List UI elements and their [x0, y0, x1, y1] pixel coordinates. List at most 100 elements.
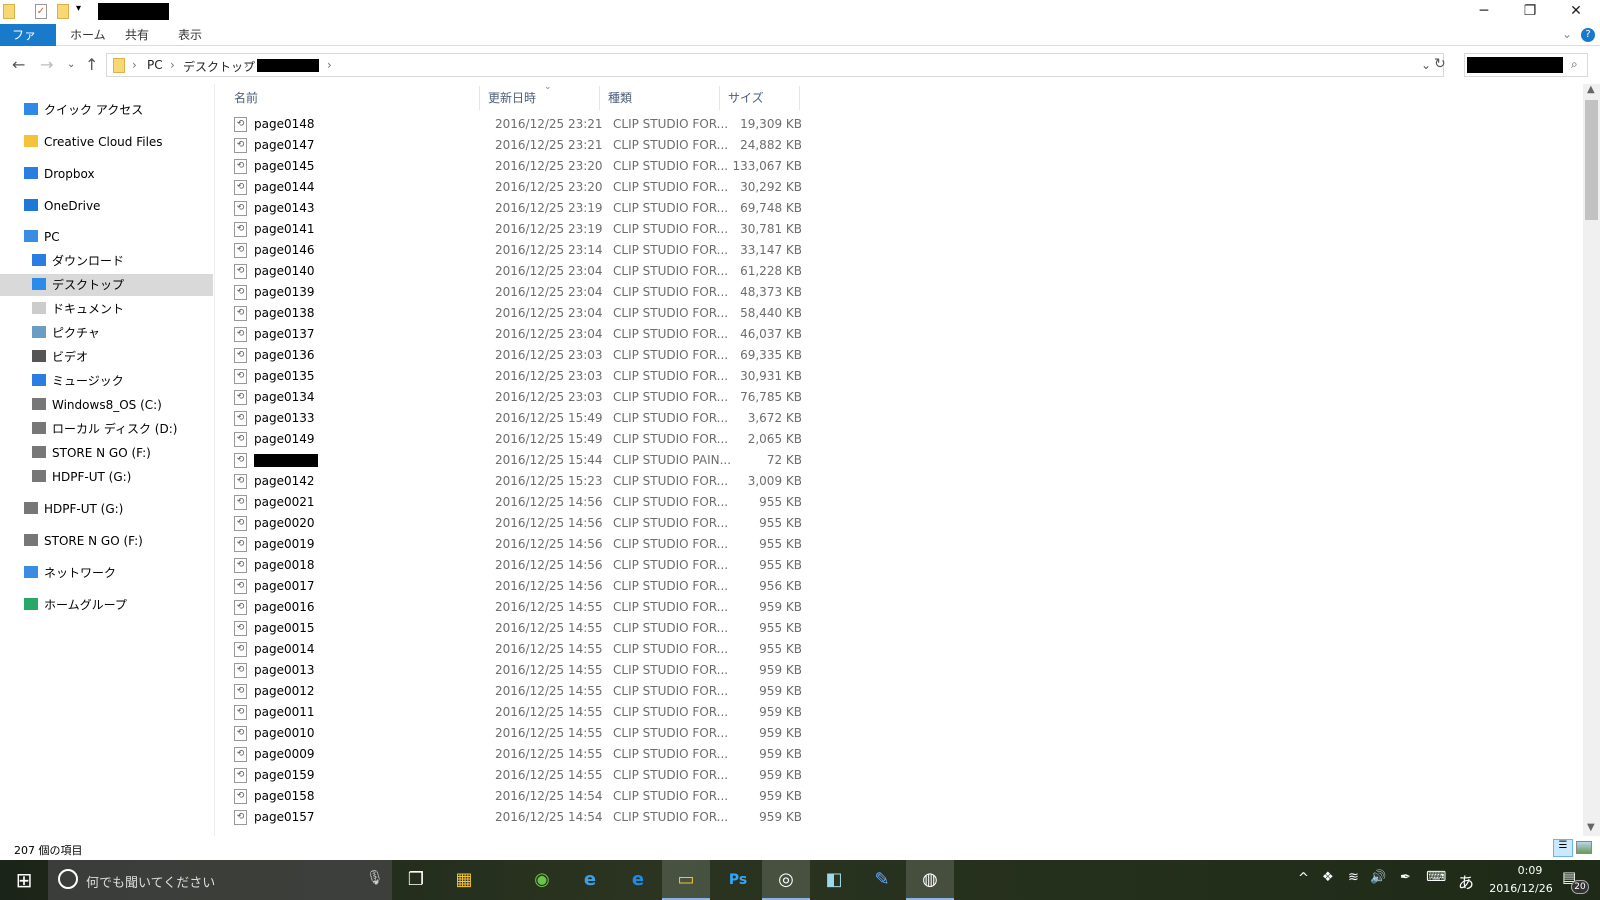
- column-header-type[interactable]: 種類: [600, 86, 720, 110]
- restore-button[interactable]: ❐: [1507, 0, 1553, 22]
- details-view-button[interactable]: ☰: [1553, 839, 1573, 857]
- file-row[interactable]: ⟲page00122016/12/25 14:55CLIP STUDIO FOR…: [234, 681, 1034, 702]
- tab-home[interactable]: ホーム: [58, 24, 118, 46]
- file-row[interactable]: ⟲page01462016/12/25 23:14CLIP STUDIO FOR…: [234, 240, 1034, 261]
- column-header-name[interactable]: 名前: [226, 86, 480, 110]
- large-icons-view-button[interactable]: [1576, 841, 1592, 854]
- pen-icon[interactable]: ✒: [1400, 870, 1411, 885]
- internet-explorer-icon[interactable]: e: [566, 860, 614, 900]
- tab-share[interactable]: 共有: [113, 24, 161, 46]
- nav-item[interactable]: ダウンロード: [32, 250, 124, 272]
- file-row[interactable]: ⟲page01392016/12/25 23:04CLIP STUDIO FOR…: [234, 282, 1034, 303]
- file-row[interactable]: ⟲page00182016/12/25 14:56CLIP STUDIO FOR…: [234, 555, 1034, 576]
- search-icon[interactable]: ⌕: [1571, 57, 1578, 72]
- customize-quick-access-icon[interactable]: ▾: [76, 3, 81, 14]
- file-row[interactable]: ⟲page01352016/12/25 23:03CLIP STUDIO FOR…: [234, 366, 1034, 387]
- tab-file[interactable]: ファイル: [0, 24, 56, 46]
- file-row[interactable]: ⟲page00212016/12/25 14:56CLIP STUDIO FOR…: [234, 492, 1034, 513]
- keyboard-icon[interactable]: ⌨: [1426, 869, 1446, 885]
- address-dropdown-icon[interactable]: ⌄: [1421, 58, 1431, 72]
- show-hidden-icons[interactable]: ^: [1298, 871, 1309, 886]
- wifi-icon[interactable]: ≋: [1348, 870, 1359, 885]
- nav-item-creative-cloud-files[interactable]: Creative Cloud Files: [24, 131, 163, 153]
- file-row[interactable]: ⟲page00202016/12/25 14:56CLIP STUDIO FOR…: [234, 513, 1034, 534]
- refresh-button[interactable]: ↻: [1434, 56, 1446, 72]
- file-row[interactable]: ⟲page01372016/12/25 23:04CLIP STUDIO FOR…: [234, 324, 1034, 345]
- vertical-scrollbar[interactable]: ▲ ▼: [1583, 84, 1600, 836]
- ime-indicator[interactable]: あ: [1458, 869, 1474, 893]
- file-row[interactable]: ⟲page00102016/12/25 14:55CLIP STUDIO FOR…: [234, 723, 1034, 744]
- search-input[interactable]: ⌕: [1464, 53, 1588, 77]
- paint-app-icon[interactable]: ✎: [858, 860, 906, 900]
- file-row[interactable]: ⟲page01382016/12/25 23:04CLIP STUDIO FOR…: [234, 303, 1034, 324]
- nav-item-pc[interactable]: PC: [24, 226, 60, 248]
- column-header-size[interactable]: サイズ: [720, 86, 800, 110]
- file-row[interactable]: ⟲page00192016/12/25 14:56CLIP STUDIO FOR…: [234, 534, 1034, 555]
- minimize-button[interactable]: ─: [1461, 0, 1507, 22]
- file-row[interactable]: ⟲page00132016/12/25 14:55CLIP STUDIO FOR…: [234, 660, 1034, 681]
- clock-date[interactable]: 2016/12/26: [1480, 882, 1562, 895]
- scrollbar-thumb[interactable]: [1585, 100, 1598, 220]
- file-row[interactable]: ⟲page00172016/12/25 14:56CLIP STUDIO FOR…: [234, 576, 1034, 597]
- forward-button[interactable]: →: [40, 55, 53, 74]
- nav-item[interactable]: ビデオ: [32, 346, 88, 368]
- nav-item[interactable]: ネットワーク: [24, 562, 116, 584]
- dropbox-tray-icon[interactable]: ❖: [1322, 870, 1334, 885]
- chrome-icon[interactable]: ◉: [518, 860, 566, 900]
- properties-icon[interactable]: ✓: [35, 4, 47, 19]
- nav-item-d[interactable]: ローカル ディスク (D:): [32, 418, 177, 440]
- edge-icon[interactable]: e: [614, 860, 662, 900]
- file-row[interactable]: ⟲page00092016/12/25 14:55CLIP STUDIO FOR…: [234, 744, 1034, 765]
- nav-item[interactable]: ピクチャ: [32, 322, 100, 344]
- task-view-icon[interactable]: ❐: [392, 860, 440, 900]
- file-row[interactable]: ⟲page01472016/12/25 23:21CLIP STUDIO FOR…: [234, 135, 1034, 156]
- file-row[interactable]: ⟲page00162016/12/25 14:55CLIP STUDIO FOR…: [234, 597, 1034, 618]
- column-header-date[interactable]: 更新日時: [480, 86, 600, 110]
- file-row[interactable]: ⟲page01332016/12/25 15:49CLIP STUDIO FOR…: [234, 408, 1034, 429]
- cortana-search-box[interactable]: 何でも聞いてください 🎙: [48, 860, 392, 900]
- nav-item-windows8-os-c[interactable]: Windows8_OS (C:): [32, 394, 162, 416]
- nav-item-store-n-go-f[interactable]: STORE N GO (F:): [24, 530, 143, 552]
- scroll-down-icon[interactable]: ▼: [1587, 822, 1595, 833]
- file-row[interactable]: ⟲2016/12/25 15:44CLIP STUDIO PAIN...72 K…: [234, 450, 1034, 471]
- expand-ribbon-icon[interactable]: ⌄: [1562, 27, 1572, 41]
- clip-studio-icon[interactable]: ◎: [762, 860, 810, 900]
- app-icon[interactable]: ◧: [810, 860, 858, 900]
- tab-view[interactable]: 表示: [166, 24, 214, 46]
- clock-time[interactable]: 0:09: [1500, 864, 1560, 877]
- start-button[interactable]: ⊞: [0, 860, 48, 900]
- nav-item[interactable]: ミュージック: [32, 370, 124, 392]
- close-button[interactable]: ✕: [1553, 0, 1599, 22]
- clip-studio-paint-icon[interactable]: ◍: [906, 860, 954, 900]
- file-row[interactable]: ⟲page00142016/12/25 14:55CLIP STUDIO FOR…: [234, 639, 1034, 660]
- nav-item-dropbox[interactable]: Dropbox: [24, 163, 95, 185]
- nav-item-onedrive[interactable]: OneDrive: [24, 195, 100, 217]
- file-row[interactable]: ⟲page01342016/12/25 23:03CLIP STUDIO FOR…: [234, 387, 1034, 408]
- file-row[interactable]: ⟲page01422016/12/25 15:23CLIP STUDIO FOR…: [234, 471, 1034, 492]
- address-input[interactable]: › PC › デスクトップ › › ⌄: [106, 53, 1444, 77]
- file-row[interactable]: ⟲page01492016/12/25 15:49CLIP STUDIO FOR…: [234, 429, 1034, 450]
- scroll-up-icon[interactable]: ▲: [1587, 84, 1595, 95]
- file-row[interactable]: ⟲page01362016/12/25 23:03CLIP STUDIO FOR…: [234, 345, 1034, 366]
- file-row[interactable]: ⟲page01592016/12/25 14:55CLIP STUDIO FOR…: [234, 765, 1034, 786]
- file-row[interactable]: ⟲page01572016/12/25 14:54CLIP STUDIO FOR…: [234, 807, 1034, 828]
- nav-item-hdpf-ut-g[interactable]: HDPF-UT (G:): [24, 498, 123, 520]
- nav-item[interactable]: クイック アクセス: [24, 99, 143, 121]
- volume-icon[interactable]: 🔊: [1370, 870, 1386, 885]
- file-row[interactable]: ⟲page01582016/12/25 14:54CLIP STUDIO FOR…: [234, 786, 1034, 807]
- nav-item[interactable]: ドキュメント: [32, 298, 124, 320]
- nav-item-hdpf-ut-g[interactable]: HDPF-UT (G:): [32, 466, 131, 488]
- file-row[interactable]: ⟲page00112016/12/25 14:55CLIP STUDIO FOR…: [234, 702, 1034, 723]
- new-folder-icon[interactable]: [57, 4, 69, 19]
- nav-item[interactable]: ホームグループ: [24, 594, 127, 616]
- help-icon[interactable]: ?: [1581, 28, 1595, 42]
- file-row[interactable]: ⟲page01482016/12/25 23:21CLIP STUDIO FOR…: [234, 114, 1034, 135]
- file-row[interactable]: ⟲page01432016/12/25 23:19CLIP STUDIO FOR…: [234, 198, 1034, 219]
- file-row[interactable]: ⟲page01412016/12/25 23:19CLIP STUDIO FOR…: [234, 219, 1034, 240]
- microphone-icon[interactable]: 🎙: [366, 870, 384, 886]
- photoshop-icon[interactable]: Ps: [714, 860, 762, 900]
- store-app-icon[interactable]: ▦: [440, 860, 488, 900]
- up-button[interactable]: ↑: [85, 55, 98, 74]
- back-button[interactable]: ←: [12, 55, 25, 74]
- nav-item-store-n-go-f[interactable]: STORE N GO (F:): [32, 442, 151, 464]
